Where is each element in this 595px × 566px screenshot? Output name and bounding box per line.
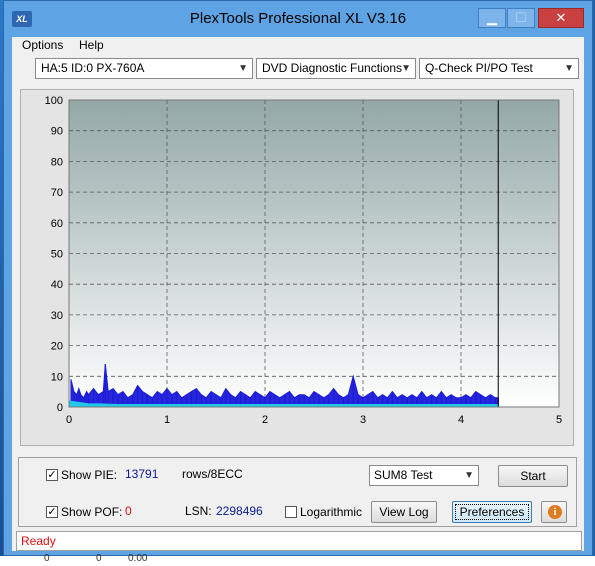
y-tick-label: 50 — [51, 249, 63, 261]
pie-unit: rows/8ECC — [182, 467, 243, 481]
y-tick-label: 40 — [51, 279, 63, 291]
graph-panel: 0 10 20 30 40 50 60 70 80 90 100 0 1 2 3 4 5 — [20, 89, 574, 446]
menu-bar: Options Help — [12, 37, 584, 55]
preferences-button[interactable]: Preferences — [452, 501, 532, 523]
app-window: XL PlexTools Professional XL V3.16 ▁ ☐ ✕… — [3, 0, 593, 556]
title-bar[interactable]: XL PlexTools Professional XL V3.16 ▁ ☐ ✕ — [4, 1, 592, 37]
desktop-bottom-strip: 0 0 0.00 — [0, 553, 595, 566]
lsn-label: LSN: — [185, 504, 212, 518]
y-tick-label: 80 — [51, 156, 63, 168]
logarithmic-checkbox[interactable] — [285, 506, 297, 518]
desktop-value: 0 — [44, 553, 50, 564]
y-tick-label: 30 — [51, 310, 63, 322]
pi-po-chart: 0 10 20 30 40 50 60 70 80 90 100 0 1 2 3 4 5 — [45, 95, 562, 426]
maximize-button[interactable]: ☐ — [507, 8, 535, 28]
y-tick-label: 20 — [51, 341, 63, 353]
show-pie-label: Show PIE: — [61, 468, 118, 482]
function-select[interactable]: DVD Diagnostic Functions ▼ — [256, 58, 416, 79]
show-poe-label: Show POF: — [61, 505, 123, 519]
start-button[interactable]: Start — [498, 465, 568, 487]
function-select-value: DVD Diagnostic Functions — [262, 61, 403, 75]
poe-value: 0 — [125, 504, 132, 518]
pie-value: 13791 — [125, 467, 159, 481]
control-panel: ✓ Show PIE: 13791 rows/8ECC SUM8 Test ▼ … — [18, 457, 577, 527]
x-tick-label: 0 — [66, 414, 72, 426]
menu-options[interactable]: Options — [22, 38, 63, 52]
y-tick-label: 0 — [57, 402, 63, 414]
lsn-value: 2298496 — [216, 504, 263, 518]
drive-select[interactable]: HA:5 ID:0 PX-760A ▼ — [35, 58, 253, 79]
menu-help[interactable]: Help — [79, 38, 104, 52]
status-bar: Ready — [16, 531, 582, 551]
close-button[interactable]: ✕ — [538, 8, 584, 28]
desktop-value: 0.00 — [128, 553, 148, 564]
x-tick-label: 2 — [262, 414, 268, 426]
view-log-button[interactable]: View Log — [371, 501, 437, 523]
test-select[interactable]: Q-Check PI/PO Test ▼ — [419, 58, 579, 79]
sum-test-value: SUM8 Test — [374, 468, 433, 482]
chevron-down-icon: ▼ — [564, 63, 574, 74]
test-select-value: Q-Check PI/PO Test — [425, 61, 533, 75]
chevron-down-icon: ▼ — [238, 63, 248, 74]
x-tick-label: 4 — [458, 414, 464, 426]
show-poe-checkbox[interactable]: ✓ — [46, 506, 58, 518]
y-tick-label: 90 — [51, 126, 63, 138]
y-tick-label: 100 — [45, 95, 63, 107]
desktop-value: 0 — [96, 553, 102, 564]
sum-test-select[interactable]: SUM8 Test ▼ — [369, 465, 479, 486]
chevron-down-icon: ▼ — [401, 63, 411, 74]
chevron-down-icon: ▼ — [464, 470, 474, 481]
y-tick-label: 10 — [51, 371, 63, 383]
drive-select-value: HA:5 ID:0 PX-760A — [41, 61, 145, 75]
info-icon: i — [548, 505, 562, 519]
info-button[interactable]: i — [541, 501, 567, 523]
x-tick-label: 1 — [164, 414, 170, 426]
y-tick-label: 70 — [51, 187, 63, 199]
logarithmic-label: Logarithmic — [300, 505, 363, 519]
y-tick-label: 60 — [51, 218, 63, 230]
x-tick-label: 5 — [556, 414, 562, 426]
show-pie-checkbox[interactable]: ✓ — [46, 469, 58, 481]
client-area: Options Help HA:5 ID:0 PX-760A ▼ DVD Dia… — [12, 37, 584, 551]
minimize-button[interactable]: ▁ — [478, 8, 506, 28]
x-tick-label: 3 — [360, 414, 366, 426]
